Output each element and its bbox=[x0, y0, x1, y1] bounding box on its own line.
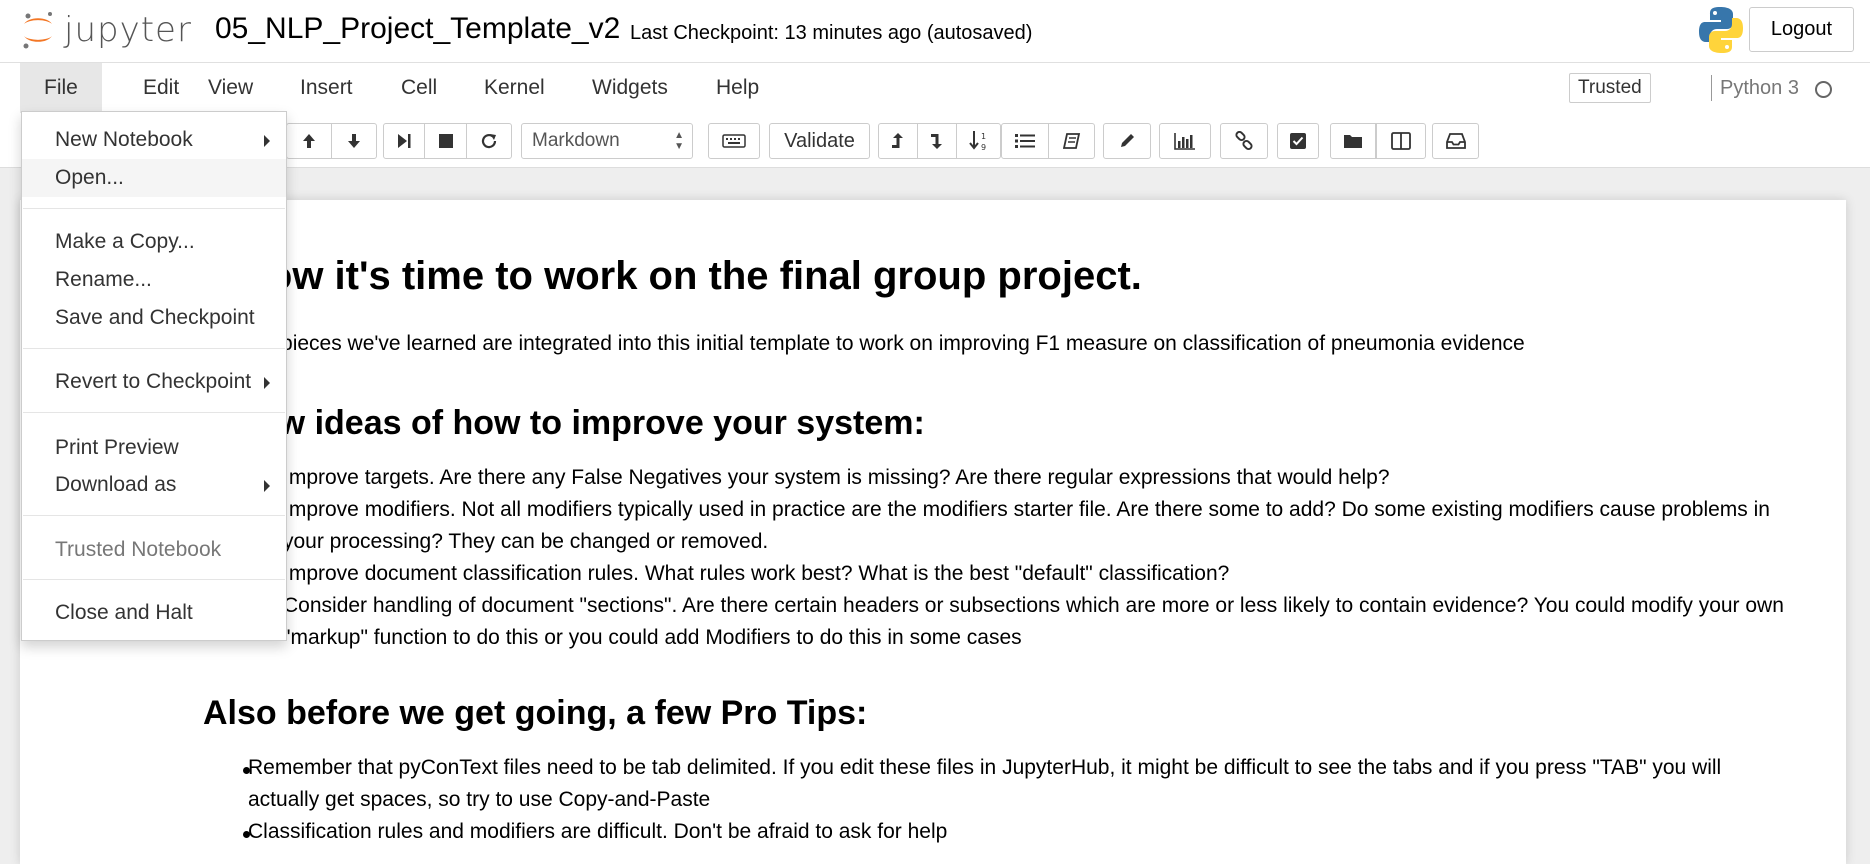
menu-item-revert-checkpoint[interactable]: Revert to Checkpoint bbox=[22, 363, 286, 401]
header: jupyter 05_NLP_Project_Template_v2 Last … bbox=[0, 0, 1870, 63]
jupyter-logo-icon bbox=[23, 12, 52, 49]
validate-button[interactable]: Validate bbox=[769, 123, 870, 159]
menu-item-label: Revert to Checkpoint bbox=[55, 370, 252, 393]
logout-button[interactable]: Logout bbox=[1749, 7, 1854, 52]
pencil-icon bbox=[1121, 134, 1134, 147]
caret-right-icon bbox=[264, 135, 270, 147]
notebook-name[interactable]: 05_NLP_Project_Template_v2 bbox=[215, 12, 620, 46]
chart-button[interactable] bbox=[1159, 123, 1211, 159]
sort-button[interactable]: 19 bbox=[956, 123, 1001, 159]
caret-right-icon bbox=[264, 377, 270, 389]
menu-item-print-preview[interactable]: Print Preview bbox=[22, 429, 286, 467]
stop-icon bbox=[438, 134, 453, 148]
kernel-separator bbox=[1711, 75, 1712, 101]
menu-item-save-checkpoint[interactable]: Save and Checkpoint bbox=[22, 299, 286, 337]
svg-text:9: 9 bbox=[981, 143, 986, 152]
move-cell-down-button[interactable] bbox=[331, 123, 377, 159]
move-down-icon bbox=[931, 134, 942, 149]
menu-view[interactable]: View bbox=[184, 63, 277, 113]
menu-divider bbox=[23, 515, 285, 516]
move-cell-up-button[interactable] bbox=[286, 123, 332, 159]
caret-right-icon bbox=[264, 480, 270, 492]
kernel-name[interactable]: Python 3 bbox=[1720, 77, 1799, 100]
select-arrows-icon: ▲ ▼ bbox=[674, 130, 684, 152]
list-item: Remember that pyConText files need to be… bbox=[248, 756, 1722, 811]
menu-item-download-as[interactable]: Download as bbox=[22, 466, 286, 504]
list-item: Improve targets. Are there any False Neg… bbox=[283, 466, 1390, 489]
keyboard-icon bbox=[722, 134, 746, 148]
arrow-down-icon bbox=[348, 134, 360, 148]
sort-numeric-icon: 19 bbox=[968, 131, 986, 152]
file-menu-dropdown: New Notebook Open... Make a Copy... Rena… bbox=[21, 111, 287, 641]
menu-insert[interactable]: Insert bbox=[276, 63, 377, 113]
menu-file[interactable]: File bbox=[20, 63, 102, 113]
menu-item-rename[interactable]: Rename... bbox=[22, 261, 286, 299]
menu-item-label: New Notebook bbox=[55, 128, 193, 151]
menu-help[interactable]: Help bbox=[692, 63, 783, 113]
list-icon bbox=[1015, 134, 1035, 148]
folder-icon bbox=[1344, 135, 1362, 148]
move-up-button[interactable] bbox=[878, 123, 918, 159]
menubar: File Edit View Insert Cell Kernel Widget… bbox=[0, 63, 1870, 113]
menu-cell[interactable]: Cell bbox=[377, 63, 461, 113]
run-icon bbox=[398, 134, 411, 148]
columns-icon bbox=[1391, 132, 1411, 150]
python-logo-icon bbox=[1699, 7, 1743, 53]
menu-divider bbox=[23, 208, 285, 209]
python-logo bbox=[1698, 5, 1744, 60]
intro-paragraph: The pieces we've learned are integrated … bbox=[239, 332, 1525, 355]
interrupt-kernel-button[interactable] bbox=[424, 123, 467, 159]
columns-button[interactable] bbox=[1376, 123, 1426, 159]
list-item: Classification rules and modifiers are d… bbox=[248, 820, 948, 843]
move-up-icon bbox=[892, 133, 903, 148]
menu-item-new-notebook[interactable]: New Notebook bbox=[22, 121, 286, 159]
checkpoint-status: Last Checkpoint: 13 minutes ago (autosav… bbox=[630, 22, 1033, 44]
notebook-container: Now it's time to work on the final group… bbox=[20, 200, 1846, 864]
menu-item-close-halt[interactable]: Close and Halt bbox=[22, 594, 286, 632]
menu-divider bbox=[23, 579, 285, 580]
menu-divider bbox=[23, 348, 285, 349]
cell-type-select[interactable]: Markdown ▲ ▼ bbox=[521, 123, 693, 159]
book-button[interactable] bbox=[1048, 123, 1095, 159]
menu-item-open[interactable]: Open... bbox=[22, 159, 286, 197]
command-palette-button[interactable] bbox=[708, 123, 760, 159]
restart-kernel-button[interactable] bbox=[466, 123, 512, 159]
checkbox-button[interactable] bbox=[1277, 123, 1319, 159]
heading-final-project: Now it's time to work on the final group… bbox=[239, 254, 1142, 298]
kernel-idle-icon bbox=[1815, 81, 1832, 98]
folder-button[interactable] bbox=[1330, 123, 1376, 159]
edit-button[interactable] bbox=[1103, 123, 1151, 159]
cell-type-value: Markdown bbox=[532, 130, 620, 151]
link-button[interactable] bbox=[1220, 123, 1268, 159]
trusted-badge[interactable]: Trusted bbox=[1569, 73, 1651, 103]
svg-text:1: 1 bbox=[981, 132, 986, 141]
inbox-icon bbox=[1445, 133, 1466, 149]
jupyter-logo[interactable]: jupyter bbox=[20, 8, 192, 52]
menu-widgets[interactable]: Widgets bbox=[568, 63, 692, 113]
run-cell-button[interactable] bbox=[383, 123, 425, 159]
menu-item-make-copy[interactable]: Make a Copy... bbox=[22, 223, 286, 261]
list-item: Improve document classification rules. W… bbox=[283, 562, 1230, 585]
restart-icon bbox=[481, 133, 497, 149]
menu-divider bbox=[23, 412, 285, 413]
bar-chart-icon bbox=[1174, 133, 1195, 150]
menu-kernel[interactable]: Kernel bbox=[460, 63, 569, 113]
inbox-button[interactable] bbox=[1432, 123, 1479, 159]
heading-pro-tips: Also before we get going, a few Pro Tips… bbox=[203, 694, 868, 732]
arrow-up-icon bbox=[303, 134, 315, 148]
check-square-icon bbox=[1290, 133, 1306, 149]
link-icon bbox=[1235, 131, 1253, 151]
book-icon bbox=[1062, 133, 1080, 149]
list-item: Improve modifiers. Not all modifiers typ… bbox=[283, 498, 1770, 553]
menu-item-label: Download as bbox=[55, 473, 177, 496]
logo-text: jupyter bbox=[64, 10, 192, 50]
menu-item-trusted-notebook: Trusted Notebook bbox=[55, 538, 222, 561]
list-item: Consider handling of document "sections"… bbox=[283, 594, 1784, 649]
list-button[interactable] bbox=[1001, 123, 1049, 159]
move-down-button[interactable] bbox=[917, 123, 957, 159]
heading-ideas: Few ideas of how to improve your system: bbox=[239, 404, 925, 442]
